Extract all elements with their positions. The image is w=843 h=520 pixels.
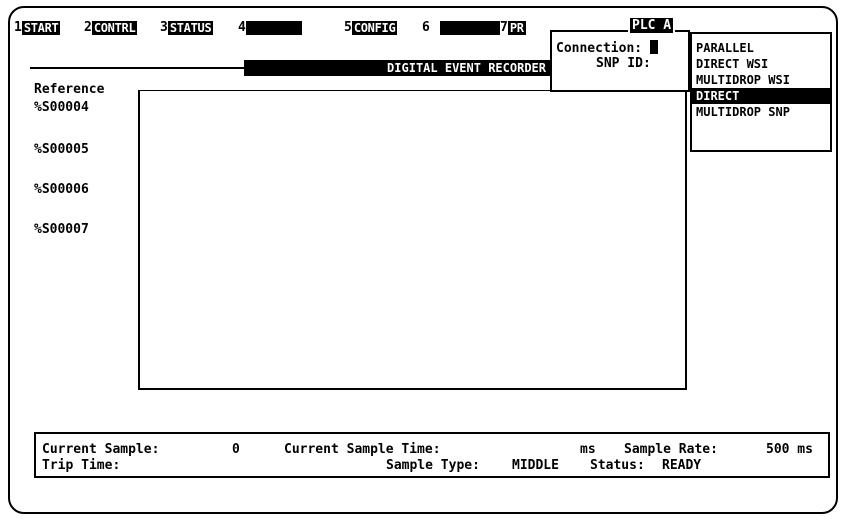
fkey-2-contrl[interactable]: 2 CONTRL [84, 20, 138, 36]
snp-id-field[interactable]: SNP ID: [596, 56, 651, 72]
fkey-number: 4 [238, 20, 246, 35]
reference-item: %S00004 [34, 100, 89, 115]
reference-item: %S00005 [34, 142, 89, 157]
connection-label: Connection: [556, 41, 643, 56]
sample-rate-label: Sample Rate: [624, 442, 718, 457]
current-sample-time-unit: ms [580, 442, 596, 457]
fkey-3-status[interactable]: 3 STATUS [160, 20, 214, 36]
fkey-label: CONTRL [91, 21, 138, 35]
fkey-5-config[interactable]: 5 CONFIG [344, 20, 398, 36]
fkey-number: 6 [422, 20, 430, 35]
menu-item-direct[interactable]: DIRECT [692, 88, 830, 104]
sample-type-label: Sample Type: [386, 458, 480, 473]
connection-type-menu: PARALLEL DIRECT WSI MULTIDROP WSI DIRECT… [690, 32, 832, 152]
page-title: DIGITAL EVENT RECORDER [244, 60, 550, 76]
fkey-label: CONFIG [351, 21, 398, 35]
current-sample-value: 0 [232, 442, 240, 457]
menu-item-direct-wsi[interactable]: DIRECT WSI [692, 56, 830, 72]
fkey-number: 7 [500, 20, 508, 35]
current-sample-time-label: Current Sample Time: [284, 442, 441, 457]
fkey-7-pr[interactable]: 7 PR [500, 20, 526, 36]
trip-time-label: Trip Time: [42, 458, 121, 473]
status-value: READY [662, 458, 702, 473]
menu-item-multidrop-wsi[interactable]: MULTIDROP WSI [692, 72, 830, 88]
current-sample-label: Current Sample: [42, 442, 160, 457]
fkey-label [245, 21, 302, 35]
fkey-label: PR [507, 21, 526, 35]
fkey-label [439, 21, 500, 35]
fkey-4[interactable]: 4 [238, 20, 302, 36]
header-rule-left [30, 67, 244, 69]
fkey-label: STATUS [167, 21, 214, 35]
fkey-number: 3 [160, 20, 168, 35]
event-trace-area [138, 90, 687, 390]
fkey-label: START [21, 21, 61, 35]
reference-item: %S00007 [34, 222, 89, 237]
fkey-number: 2 [84, 20, 92, 35]
sample-rate-value: 500 ms [766, 442, 813, 457]
status-panel: Current Sample: 0 Current Sample Time: m… [34, 432, 830, 478]
fkey-1-start[interactable]: 1 START [14, 20, 61, 36]
fkey-number: 1 [14, 20, 22, 35]
sample-type-value: MIDDLE [512, 458, 559, 473]
fkey-6[interactable]: 6 [422, 20, 500, 36]
menu-item-multidrop-snp[interactable]: MULTIDROP SNP [692, 104, 830, 120]
snp-id-label: SNP ID: [596, 56, 651, 71]
reference-header: Reference [34, 82, 105, 97]
plc-screen: 1 START 2 CONTRL 3 STATUS 4 5 CONFIG 6 7 PR D… [8, 6, 838, 514]
reference-item: %S00006 [34, 182, 89, 197]
connection-field[interactable]: Connection: [556, 40, 658, 57]
status-label: Status: [590, 458, 645, 473]
connection-cursor [649, 40, 658, 54]
menu-item-parallel[interactable]: PARALLEL [692, 40, 830, 56]
plc-popup-title: PLC A [628, 18, 676, 34]
plc-popup-title-text: PLC A [630, 18, 674, 33]
fkey-number: 5 [344, 20, 352, 35]
